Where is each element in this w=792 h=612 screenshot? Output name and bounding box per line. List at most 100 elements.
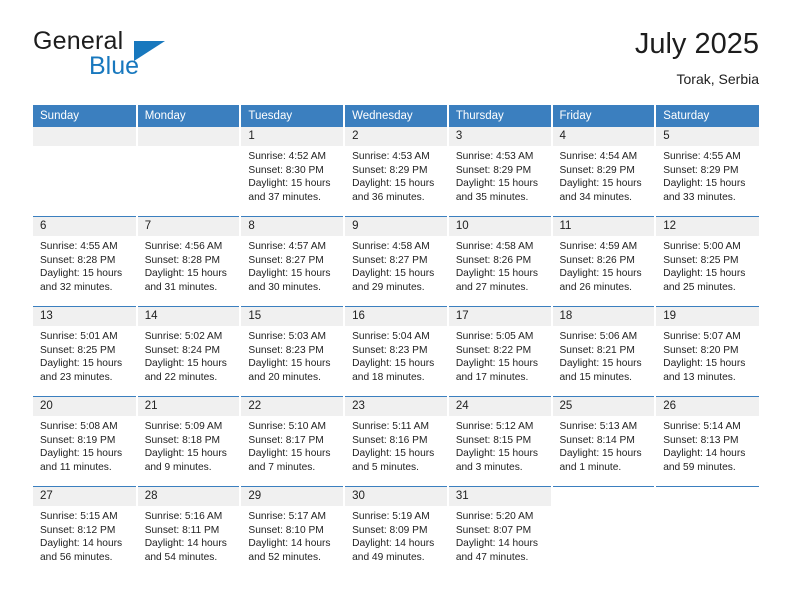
day-details: Sunrise: 5:02 AM Sunset: 8:24 PM Daylight:… [138,326,240,384]
calendar-page: General Blue July 2025 Torak, Serbia Sun… [0,0,792,612]
day-number: 8 [241,217,344,236]
weekday-header-monday: Monday [136,105,242,127]
sunrise-text: Sunrise: 5:08 AM [40,421,118,432]
sunset-text: Sunset: 8:30 PM [248,164,324,176]
sunset-text: Sunset: 8:24 PM [144,344,221,356]
day-details: Sunrise: 5:20 AM Sunset: 8:07 PM Daylight:… [449,506,551,564]
calendar-day-cell[interactable]: 24 Sunrise: 5:12 AM Sunset: 8:15 PM Dayligh… [447,396,553,487]
sunset-text: Sunset: 8:15 PM [455,434,532,446]
calendar-day-cell[interactable]: 19 Sunrise: 5:07 AM Sunset: 8:20 PM Dayligh… [655,306,759,397]
calendar-day-cell[interactable]: 3 Sunrise: 4:53 AM Sunset: 8:29 PM Daylight… [447,127,553,217]
calendar-day-cell[interactable]: 10 Sunrise: 4:58 AM Sunset: 8:26 PM Dayligh… [447,216,553,307]
day-number: 9 [345,217,447,236]
daylight-text: Daylight: 15 hours and 22 minutes. [144,358,227,383]
logo-text-blue: Blue [89,52,140,80]
calendar-day-cell[interactable]: 6 Sunrise: 4:55 AM Sunset: 8:28 PM Daylight… [33,216,138,307]
daylight-text: Daylight: 15 hours and 9 minutes. [144,448,227,473]
sunset-text: Sunset: 8:26 PM [455,254,532,266]
calendar-day-cell[interactable]: 31 Sunrise: 5:20 AM Sunset: 8:07 PM Dayligh… [447,486,553,576]
calendar-week-row: 27 Sunrise: 5:15 AM Sunset: 8:12 PM Dayligh… [33,486,759,576]
sunset-text: Sunset: 8:23 PM [248,344,324,356]
calendar-day-cell[interactable]: 15 Sunrise: 5:03 AM Sunset: 8:23 PM Dayligh… [240,306,346,397]
calendar-day-cell[interactable]: 30 Sunrise: 5:19 AM Sunset: 8:09 PM Dayligh… [344,486,449,576]
day-number: 31 [448,487,551,506]
sunrise-text: Sunrise: 5:19 AM [352,511,430,522]
daylight-text: Daylight: 15 hours and 35 minutes. [455,178,538,203]
title-block: July 2025 Torak, Serbia [635,27,759,89]
day-number: 3 [448,127,551,146]
daylight-text: Daylight: 15 hours and 11 minutes. [40,448,123,473]
day-details: Sunrise: 5:05 AM Sunset: 8:22 PM Daylight:… [449,326,551,384]
calendar-day-cell[interactable]: 29 Sunrise: 5:17 AM Sunset: 8:10 PM Dayligh… [240,486,346,576]
calendar-day-cell[interactable]: 8 Sunrise: 4:57 AM Sunset: 8:27 PM Daylight… [240,216,346,307]
sunset-text: Sunset: 8:19 PM [40,434,116,446]
calendar-day-cell[interactable]: 4 Sunrise: 4:54 AM Sunset: 8:29 PM Daylight… [551,127,657,217]
daylight-text: Daylight: 15 hours and 37 minutes. [248,178,331,203]
sunrise-text: Sunrise: 5:15 AM [40,511,118,522]
day-details: Sunrise: 4:57 AM Sunset: 8:27 PM Daylight:… [241,236,343,294]
calendar-day-cell[interactable]: 12 Sunrise: 5:00 AM Sunset: 8:25 PM Dayligh… [655,216,759,307]
location-subtitle: Torak, Serbia [676,71,759,87]
calendar-day-cell[interactable]: 23 Sunrise: 5:11 AM Sunset: 8:16 PM Dayligh… [344,396,449,487]
daylight-text: Daylight: 15 hours and 5 minutes. [352,448,435,473]
sunset-text: Sunset: 8:28 PM [144,254,221,266]
sunrise-text: Sunrise: 4:58 AM [455,241,534,252]
calendar-day-cell[interactable]: 26 Sunrise: 5:14 AM Sunset: 8:13 PM Dayligh… [655,396,759,487]
day-details: Sunrise: 5:00 AM Sunset: 8:25 PM Daylight:… [656,236,759,294]
calendar-day-cell[interactable]: 22 Sunrise: 5:10 AM Sunset: 8:17 PM Dayligh… [240,396,346,487]
day-details: Sunrise: 5:12 AM Sunset: 8:15 PM Daylight:… [449,416,551,474]
calendar-day-cell[interactable]: 11 Sunrise: 4:59 AM Sunset: 8:26 PM Dayligh… [551,216,657,307]
calendar-day-cell[interactable]: 1 Sunrise: 4:52 AM Sunset: 8:30 PM Daylight… [240,127,346,217]
sunset-text: Sunset: 8:28 PM [40,254,116,266]
calendar-day-cell[interactable]: 5 Sunrise: 4:55 AM Sunset: 8:29 PM Daylight… [655,127,759,217]
sunrise-text: Sunrise: 4:58 AM [352,241,430,252]
calendar-day-cell[interactable]: 17 Sunrise: 5:05 AM Sunset: 8:22 PM Dayligh… [447,306,553,397]
page-title: July 2025 [634,28,759,60]
daylight-text: Daylight: 15 hours and 3 minutes. [455,448,538,473]
day-number: 18 [552,307,655,326]
day-details: Sunrise: 4:55 AM Sunset: 8:28 PM Daylight:… [33,236,136,294]
day-details: Sunrise: 5:17 AM Sunset: 8:10 PM Daylight:… [241,506,343,564]
calendar-day-cell[interactable]: 16 Sunrise: 5:04 AM Sunset: 8:23 PM Dayligh… [344,306,449,397]
calendar-day-cell[interactable]: 25 Sunrise: 5:13 AM Sunset: 8:14 PM Dayligh… [551,396,657,487]
calendar-day-cell[interactable]: 9 Sunrise: 4:58 AM Sunset: 8:27 PM Daylight… [344,216,449,307]
sunset-text: Sunset: 8:13 PM [663,434,739,446]
daylight-text: Daylight: 15 hours and 30 minutes. [248,268,331,293]
calendar-day-cell[interactable]: 28 Sunrise: 5:16 AM Sunset: 8:11 PM Dayligh… [136,486,242,576]
daylight-text: Daylight: 15 hours and 18 minutes. [352,358,435,383]
calendar-day-cell[interactable]: 2 Sunrise: 4:53 AM Sunset: 8:29 PM Daylight… [344,127,449,217]
calendar-day-cell[interactable]: 13 Sunrise: 5:01 AM Sunset: 8:25 PM Dayligh… [33,306,138,397]
day-number [552,487,655,506]
day-details: Sunrise: 5:13 AM Sunset: 8:14 PM Daylight:… [553,416,655,474]
sunset-text: Sunset: 8:23 PM [352,344,428,356]
daylight-text: Daylight: 15 hours and 34 minutes. [559,178,642,203]
day-number: 30 [345,487,447,506]
day-number: 11 [552,217,655,236]
calendar-day-cell-empty [136,127,242,217]
day-details: Sunrise: 4:54 AM Sunset: 8:29 PM Daylight:… [553,146,655,204]
calendar-table: Sunday Monday Tuesday Wednesday Thursday… [33,105,759,576]
daylight-text: Daylight: 15 hours and 15 minutes. [559,358,642,383]
day-number [656,487,759,506]
sunrise-text: Sunrise: 5:16 AM [144,511,223,522]
calendar-day-cell[interactable]: 20 Sunrise: 5:08 AM Sunset: 8:19 PM Dayligh… [33,396,138,487]
calendar-day-cell[interactable]: 7 Sunrise: 4:56 AM Sunset: 8:28 PM Daylight… [136,216,242,307]
weekday-header-friday: Friday [551,105,657,127]
sunrise-text: Sunrise: 5:03 AM [248,331,326,342]
day-number: 21 [137,397,240,416]
calendar-week-row: 20 Sunrise: 5:08 AM Sunset: 8:19 PM Dayligh… [33,396,759,487]
calendar-day-cell[interactable]: 18 Sunrise: 5:06 AM Sunset: 8:21 PM Dayligh… [551,306,657,397]
day-number: 7 [137,217,240,236]
day-number: 16 [345,307,447,326]
calendar-day-cell[interactable]: 27 Sunrise: 5:15 AM Sunset: 8:12 PM Dayligh… [33,486,138,576]
sunset-text: Sunset: 8:29 PM [559,164,635,176]
calendar-day-cell[interactable]: 21 Sunrise: 5:09 AM Sunset: 8:18 PM Dayligh… [136,396,242,487]
daylight-text: Daylight: 14 hours and 59 minutes. [663,448,746,473]
calendar-day-cell[interactable]: 14 Sunrise: 5:02 AM Sunset: 8:24 PM Dayligh… [136,306,242,397]
general-blue-logo[interactable]: General Blue [33,27,253,87]
sunset-text: Sunset: 8:25 PM [40,344,116,356]
day-number: 24 [448,397,551,416]
sunrise-text: Sunrise: 5:10 AM [248,421,326,432]
sunrise-text: Sunrise: 5:01 AM [40,331,118,342]
sunrise-text: Sunrise: 4:53 AM [352,151,430,162]
